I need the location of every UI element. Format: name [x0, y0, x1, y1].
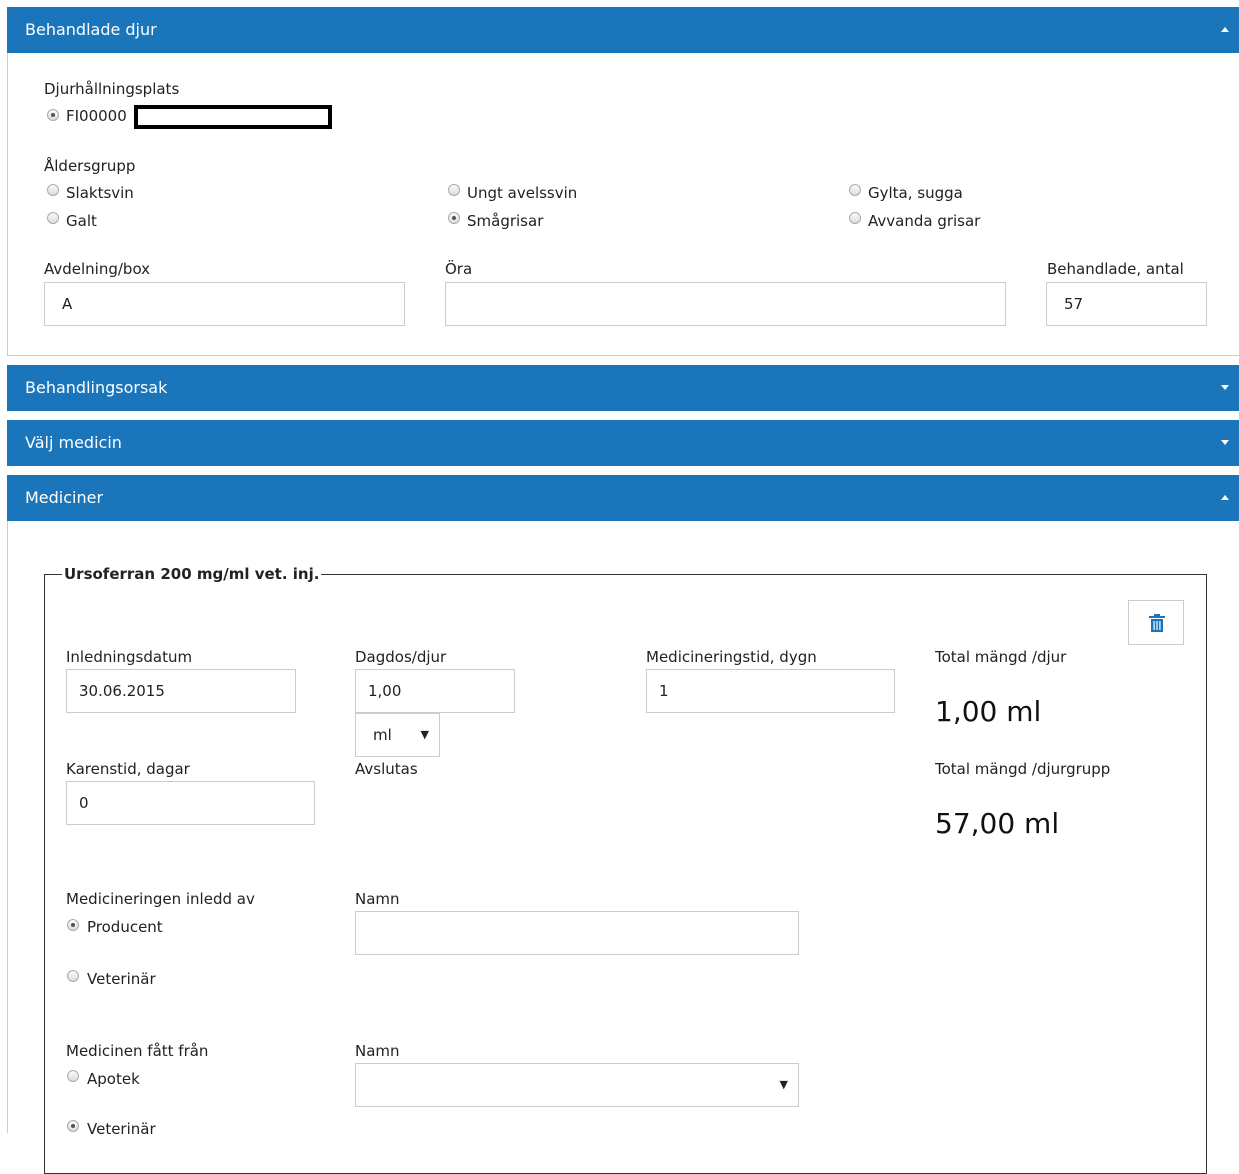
total-per-group-value: 57,00 ml — [935, 807, 1060, 840]
total-per-group-label: Total mängd /djurgrupp — [935, 760, 1111, 778]
duration-input[interactable]: 1 — [646, 669, 895, 713]
obtained-name-select[interactable]: ▼ — [355, 1063, 799, 1107]
redaction-box — [134, 105, 332, 129]
initiated-name-label: Namn — [355, 890, 400, 908]
chevron-down-icon: ▼ — [779, 1078, 788, 1091]
start-date-input[interactable]: 30.06.2015 — [66, 669, 296, 713]
panel-title: Välj medicin — [25, 433, 122, 452]
ear-label: Öra — [445, 260, 473, 278]
age-label-ungt-avelssvin: Ungt avelssvin — [467, 184, 578, 202]
age-radio-avvanda-grisar[interactable] — [849, 212, 861, 224]
unit-select[interactable]: ml ▼ — [355, 713, 440, 757]
ear-input[interactable] — [445, 282, 1006, 326]
total-per-animal-label: Total mängd /djur — [935, 648, 1067, 666]
panel-header-mediciner[interactable]: Mediciner — [7, 475, 1239, 521]
panel-header-valj-medicin[interactable]: Välj medicin — [7, 420, 1239, 466]
section-label: Avdelning/box — [44, 260, 151, 278]
initiated-by-label: Medicineringen inledd av — [66, 890, 255, 908]
panel-header-behandlingsorsak[interactable]: Behandlingsorsak — [7, 365, 1239, 411]
panel-header-behandlade-djur[interactable]: Behandlade djur — [7, 7, 1239, 53]
obtained-label-apotek: Apotek — [87, 1070, 140, 1088]
panel-title: Behandlingsorsak — [25, 378, 168, 397]
withdrawal-label: Karenstid, dagar — [66, 760, 190, 778]
count-input[interactable]: 57 — [1046, 282, 1207, 326]
age-label-smagrisar: Smågrisar — [467, 212, 544, 230]
total-per-animal-value: 1,00 ml — [935, 695, 1042, 728]
initiated-radio-veterinar[interactable] — [67, 970, 79, 982]
ends-label: Avslutas — [355, 760, 418, 778]
age-group-label: Åldersgrupp — [44, 157, 136, 175]
initiated-label-veterinar: Veterinär — [87, 970, 156, 988]
section-input[interactable]: A — [44, 282, 405, 326]
obtained-name-label: Namn — [355, 1042, 400, 1060]
panel-body-behandlade-djur: Djurhållningsplats FI00000 Åldersgrupp S… — [7, 53, 1239, 356]
obtained-radio-apotek[interactable] — [67, 1070, 79, 1082]
location-radio[interactable] — [47, 109, 59, 121]
obtained-label-veterinar: Veterinär — [87, 1120, 156, 1138]
age-radio-gylta-sugga[interactable] — [849, 184, 861, 196]
daily-dose-label: Dagdos/djur — [355, 648, 447, 666]
age-radio-ungt-avelssvin[interactable] — [448, 184, 460, 196]
count-label: Behandlade, antal — [1047, 260, 1184, 278]
duration-label: Medicineringstid, dygn — [646, 648, 817, 666]
location-label: Djurhållningsplats — [44, 80, 180, 98]
panel-title: Mediciner — [25, 488, 104, 507]
age-radio-smagrisar[interactable] — [448, 212, 460, 224]
age-radio-slaktsvin[interactable] — [47, 184, 59, 196]
initiated-label-producent: Producent — [87, 918, 163, 936]
age-label-slaktsvin: Slaktsvin — [66, 184, 134, 202]
chevron-up-icon[interactable] — [1221, 495, 1229, 500]
withdrawal-input[interactable]: 0 — [66, 781, 315, 825]
daily-dose-input[interactable]: 1,00 — [355, 669, 515, 713]
delete-button[interactable] — [1128, 600, 1184, 645]
initiated-name-input[interactable] — [355, 911, 799, 955]
unit-value: ml — [373, 726, 392, 744]
age-label-avvanda-grisar: Avvanda grisar — [868, 212, 981, 230]
age-radio-galt[interactable] — [47, 212, 59, 224]
obtained-radio-veterinar[interactable] — [67, 1120, 79, 1132]
panel-title: Behandlade djur — [25, 20, 157, 39]
age-label-galt: Galt — [66, 212, 97, 230]
location-value: FI00000 — [66, 107, 127, 125]
chevron-down-icon[interactable] — [1221, 440, 1229, 445]
medicine-name: Ursoferran 200 mg/ml vet. inj. — [62, 565, 322, 583]
chevron-up-icon[interactable] — [1221, 27, 1229, 32]
age-label-gylta-sugga: Gylta, sugga — [868, 184, 963, 202]
initiated-radio-producent[interactable] — [67, 919, 79, 931]
trash-icon — [1149, 614, 1165, 632]
obtained-from-label: Medicinen fått från — [66, 1042, 209, 1060]
start-date-label: Inledningsdatum — [66, 648, 193, 666]
chevron-down-icon: ▼ — [420, 728, 429, 741]
chevron-down-icon[interactable] — [1221, 385, 1229, 390]
